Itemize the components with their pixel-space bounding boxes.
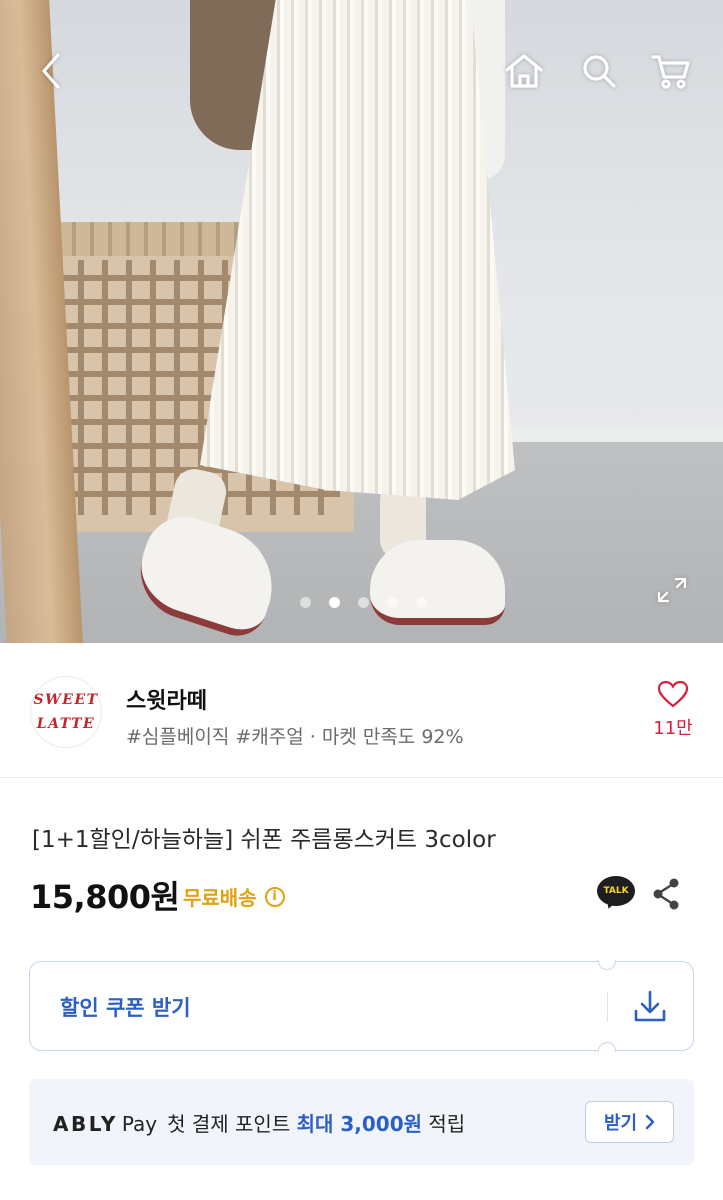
search-button[interactable] [576, 48, 622, 94]
cart-icon [651, 55, 690, 89]
store-row[interactable]: SWEET LATTE 스윗라떼 #심플베이직 #캐주얼 · 마켓 만족도 92… [0, 643, 723, 778]
store-tags: #심플베이직 #캐주얼 · 마켓 만족도 92% [126, 726, 464, 748]
carousel-dot[interactable] [387, 597, 398, 608]
shipping-label: 무료배송 [183, 886, 257, 910]
search-icon [583, 55, 616, 88]
store-logo-line1: SWEET [33, 692, 99, 708]
download-icon [634, 990, 666, 1022]
ably-pay-banner[interactable]: ABLY Pay 첫 결제 포인트 최대 3,000원 적립 받기 [29, 1079, 694, 1165]
chevron-left-icon [42, 53, 60, 89]
carousel-dot-active[interactable] [329, 597, 340, 608]
home-button[interactable] [500, 48, 548, 94]
ably-pay-text: ABLY Pay 첫 결제 포인트 최대 3,000원 적립 [53, 1108, 465, 1137]
talk-bubble-tail [603, 898, 617, 911]
coupon-download-button[interactable] [630, 989, 670, 1025]
ably-pay-highlight: 최대 3,000원 [296, 1112, 423, 1136]
carousel-dot[interactable] [416, 597, 427, 608]
product-title: [1+1할인/하늘하늘] 쉬폰 주름롱스커트 3color [32, 827, 496, 853]
back-button[interactable] [26, 48, 76, 94]
share-icon [653, 878, 679, 910]
info-icon: i [264, 886, 285, 907]
store-logo-line2: LATTE [36, 716, 96, 732]
ably-pay-label: Pay [121, 1112, 158, 1136]
like-button[interactable]: 11만 [640, 680, 706, 750]
shipping-info[interactable]: 무료배송 i [183, 882, 285, 911]
ably-pay-text-before: 첫 결제 포인트 [167, 1112, 297, 1136]
heart-icon [657, 680, 689, 708]
carousel-dot[interactable] [358, 597, 369, 608]
ably-brand: ABLY [53, 1112, 118, 1136]
chevron-right-icon [645, 1114, 655, 1130]
coupon-button[interactable]: 할인 쿠폰 받기 [29, 950, 694, 1062]
product-price: 15,800원 [30, 878, 180, 916]
coupon-notch-cover-bottom [596, 1052, 618, 1062]
like-count: 11만 [653, 718, 693, 739]
talk-label: TALK [603, 886, 629, 896]
product-image-carousel[interactable] [0, 0, 723, 643]
ably-pay-receive-label: 받기 [603, 1113, 638, 1134]
carousel-dot[interactable] [300, 597, 311, 608]
ably-pay-text-after: 적립 [422, 1112, 466, 1136]
store-logo[interactable]: SWEET LATTE [30, 676, 102, 748]
ably-pay-receive-button[interactable]: 받기 [585, 1101, 674, 1143]
photo-sneaker-right [370, 540, 505, 625]
cart-button[interactable] [648, 48, 694, 94]
coupon-label: 할인 쿠폰 받기 [60, 996, 191, 1020]
kakao-talk-button[interactable]: TALK [597, 876, 637, 912]
home-icon [505, 54, 543, 88]
store-name[interactable]: 스윗라떼 [126, 683, 207, 715]
carousel-pagination [0, 597, 723, 609]
share-button[interactable] [649, 877, 683, 911]
coupon-notch-cover-top [596, 950, 618, 960]
coupon-divider [607, 992, 608, 1022]
